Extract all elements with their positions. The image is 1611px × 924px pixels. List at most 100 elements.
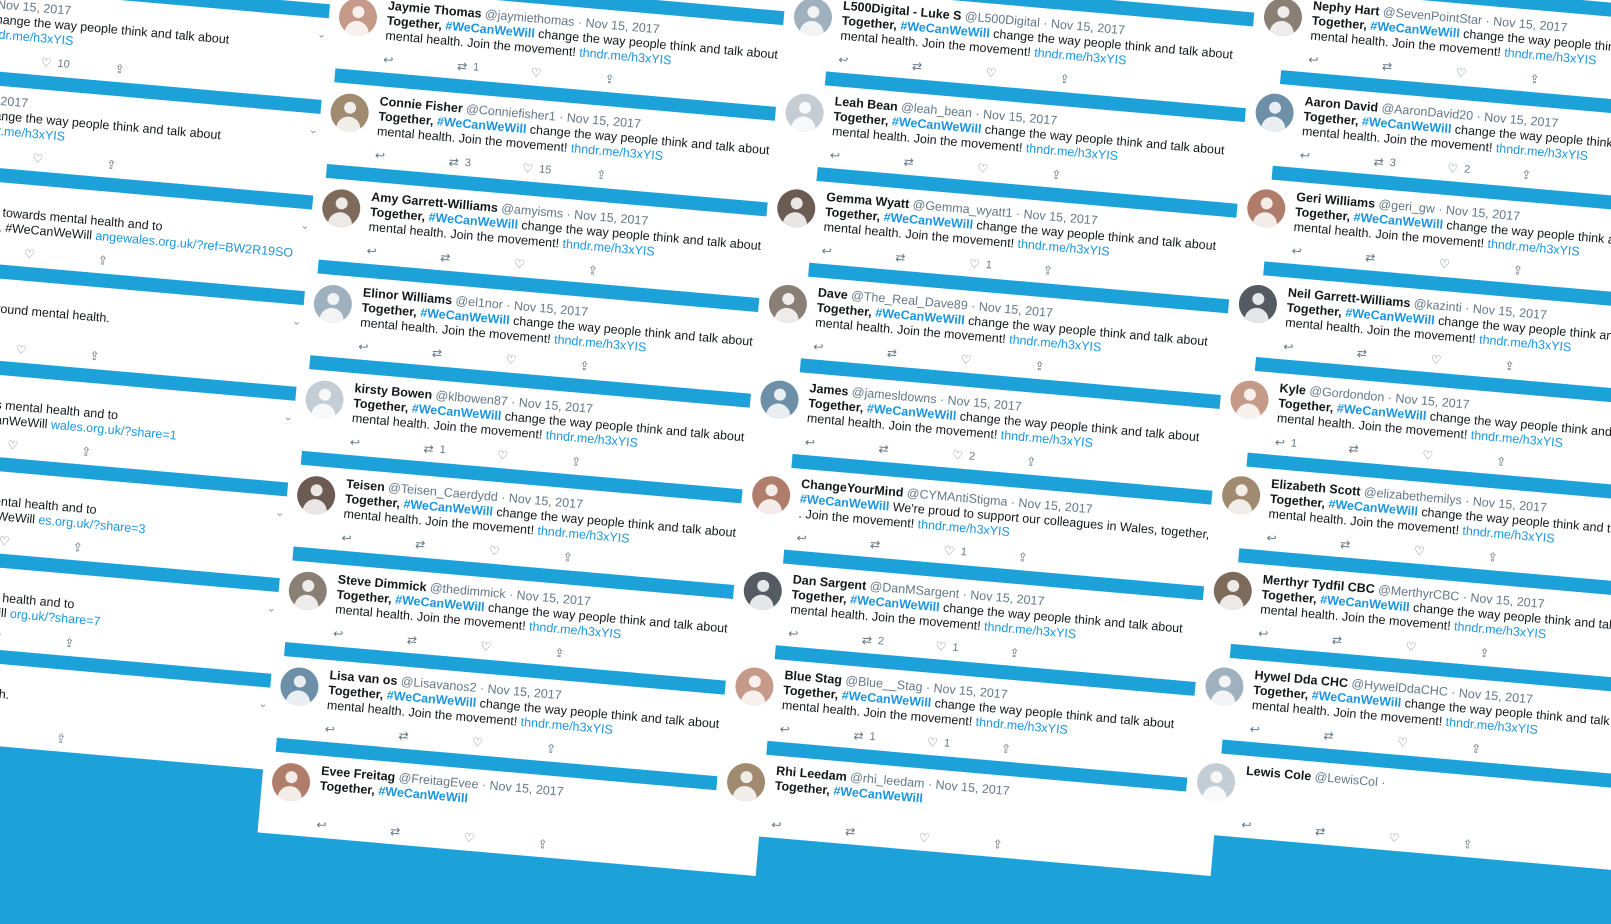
share-button[interactable]: ⇪ <box>1470 741 1545 761</box>
retweet-button[interactable]: ⇄ <box>0 145 33 165</box>
reply-button[interactable]: ↩ <box>383 52 458 72</box>
like-button[interactable]: ♡ <box>472 735 547 755</box>
reply-button[interactable]: ↩ <box>366 244 441 264</box>
retweet-button[interactable]: ⇄ <box>1315 824 1390 844</box>
reply-button[interactable]: ↩ 1 <box>1274 435 1349 455</box>
share-button[interactable]: ⇪ <box>1462 837 1537 857</box>
share-button[interactable]: ⇪ <box>587 263 662 283</box>
like-button[interactable]: ♡ <box>505 352 580 372</box>
like-button[interactable]: ♡ <box>1430 352 1505 372</box>
chevron-down-icon[interactable]: ⌄ <box>283 410 293 424</box>
avatar[interactable] <box>725 761 767 803</box>
retweet-button[interactable]: ⇄ 2 <box>861 633 936 653</box>
like-button[interactable]: ♡ <box>1438 257 1513 277</box>
like-button[interactable]: ♡ 1 <box>943 544 1018 564</box>
reply-button[interactable]: ↩ <box>804 435 879 455</box>
like-button[interactable]: ♡ 2 <box>952 448 1027 468</box>
retweet-button[interactable]: ⇄ <box>0 336 16 356</box>
retweet-button[interactable]: ⇄1 <box>423 441 498 461</box>
avatar[interactable] <box>1245 187 1287 229</box>
like-button[interactable]: ♡ <box>1388 830 1463 850</box>
like-button[interactable]: ♡ <box>985 65 1060 85</box>
avatar[interactable] <box>1220 474 1262 516</box>
share-button[interactable]: ⇪ <box>1495 454 1570 474</box>
share-button[interactable]: ⇪ <box>1009 646 1084 666</box>
share-button[interactable]: ⇪ <box>992 837 1067 857</box>
like-button[interactable]: ♡ <box>480 639 555 659</box>
share-button[interactable]: ⇪ <box>1529 72 1604 92</box>
retweet-button[interactable]: ⇄ <box>0 240 25 260</box>
retweet-button[interactable]: ⇄ <box>870 537 945 557</box>
like-button[interactable]: ♡ <box>918 830 993 850</box>
like-button[interactable]: ♡ <box>463 830 538 850</box>
like-button[interactable]: ♡ 1 <box>927 735 1002 755</box>
retweet-button[interactable]: ⇄ <box>895 250 970 270</box>
chevron-down-icon[interactable]: ⌄ <box>300 219 310 233</box>
share-button[interactable]: ⇪ <box>55 731 130 751</box>
retweet-button[interactable]: ⇄ <box>398 728 473 748</box>
user-handle[interactable]: @LewisCol <box>1314 770 1378 789</box>
share-button[interactable]: ⇪ <box>1521 167 1596 187</box>
like-button[interactable]: ♡ <box>23 247 98 267</box>
avatar[interactable] <box>1237 283 1279 325</box>
avatar[interactable] <box>270 761 312 803</box>
avatar[interactable] <box>1254 92 1296 134</box>
like-button[interactable]: ♡ <box>960 352 1035 372</box>
reply-button[interactable]: ↩ <box>1283 339 1358 359</box>
share-button[interactable]: ⇪ <box>1479 646 1554 666</box>
retweet-button[interactable]: ⇄ <box>390 824 465 844</box>
chevron-down-icon[interactable]: ⌄ <box>258 697 268 711</box>
reply-button[interactable]: ↩ <box>1258 626 1333 646</box>
share-button[interactable]: ⇪ <box>89 349 164 369</box>
chevron-down-icon[interactable]: ⌄ <box>275 505 285 519</box>
reply-button[interactable]: ↩ <box>1299 148 1374 168</box>
avatar[interactable] <box>1262 0 1304 38</box>
reply-button[interactable]: ↩ <box>1291 244 1366 264</box>
retweet-button[interactable]: ⇄ <box>0 49 41 69</box>
share-button[interactable]: ⇪ <box>579 359 654 379</box>
avatar[interactable] <box>1212 570 1254 612</box>
share-button[interactable]: ⇪ <box>1025 454 1100 474</box>
tweet-date[interactable]: Nov 15, 2017 <box>0 90 29 110</box>
retweet-button[interactable]: ⇄ <box>886 346 961 366</box>
like-button[interactable]: ♡ 15 <box>522 161 597 181</box>
tweet-date[interactable] <box>1385 776 1386 790</box>
reply-button[interactable]: ↩ <box>358 339 433 359</box>
reply-button[interactable]: ↩ <box>1266 531 1341 551</box>
chevron-down-icon[interactable]: ⌄ <box>291 314 301 328</box>
retweet-button[interactable]: ⇄ <box>903 155 978 175</box>
share-button[interactable]: ⇪ <box>1000 741 1075 761</box>
retweet-button[interactable]: ⇄ <box>845 824 920 844</box>
avatar[interactable] <box>792 0 834 38</box>
reply-button[interactable]: ↩ <box>838 52 913 72</box>
reply-button[interactable]: ↩ <box>374 148 449 168</box>
reply-button[interactable]: ↩ <box>1241 818 1316 838</box>
retweet-button[interactable]: ⇄ <box>1382 59 1457 79</box>
chevron-down-icon[interactable]: ⌄ <box>317 27 327 41</box>
reply-button[interactable]: ↩ <box>813 339 888 359</box>
share-button[interactable]: ⇪ <box>596 167 671 187</box>
share-button[interactable]: ⇪ <box>554 646 629 666</box>
display-name[interactable]: Dave <box>817 286 848 303</box>
reply-button[interactable]: ↩ <box>821 244 896 264</box>
share-button[interactable]: ⇪ <box>1034 359 1109 379</box>
retweet-button[interactable]: ⇄ <box>1323 728 1398 748</box>
share-button[interactable]: ⇪ <box>1504 359 1579 379</box>
avatar[interactable] <box>320 187 362 229</box>
like-button[interactable]: ♡ 2 <box>1447 161 1522 181</box>
chevron-down-icon[interactable]: ⌄ <box>308 123 318 137</box>
like-button[interactable]: ♡ <box>32 151 107 171</box>
reply-button[interactable]: ↩ <box>796 531 871 551</box>
like-button[interactable]: ♡ <box>513 257 588 277</box>
retweet-button[interactable]: ⇄ <box>912 59 987 79</box>
avatar[interactable] <box>329 92 371 134</box>
share-button[interactable]: ⇪ <box>64 636 139 656</box>
reply-button[interactable]: ↩ <box>349 435 424 455</box>
retweet-button[interactable]: ⇄ <box>1365 250 1440 270</box>
like-button[interactable]: ♡ 1 <box>968 257 1043 277</box>
like-button[interactable]: ♡ <box>0 534 73 554</box>
reply-button[interactable]: ↩ <box>333 626 408 646</box>
like-button[interactable]: ♡ <box>530 65 605 85</box>
like-button[interactable]: ♡ <box>977 161 1052 181</box>
share-button[interactable]: ⇪ <box>604 72 679 92</box>
